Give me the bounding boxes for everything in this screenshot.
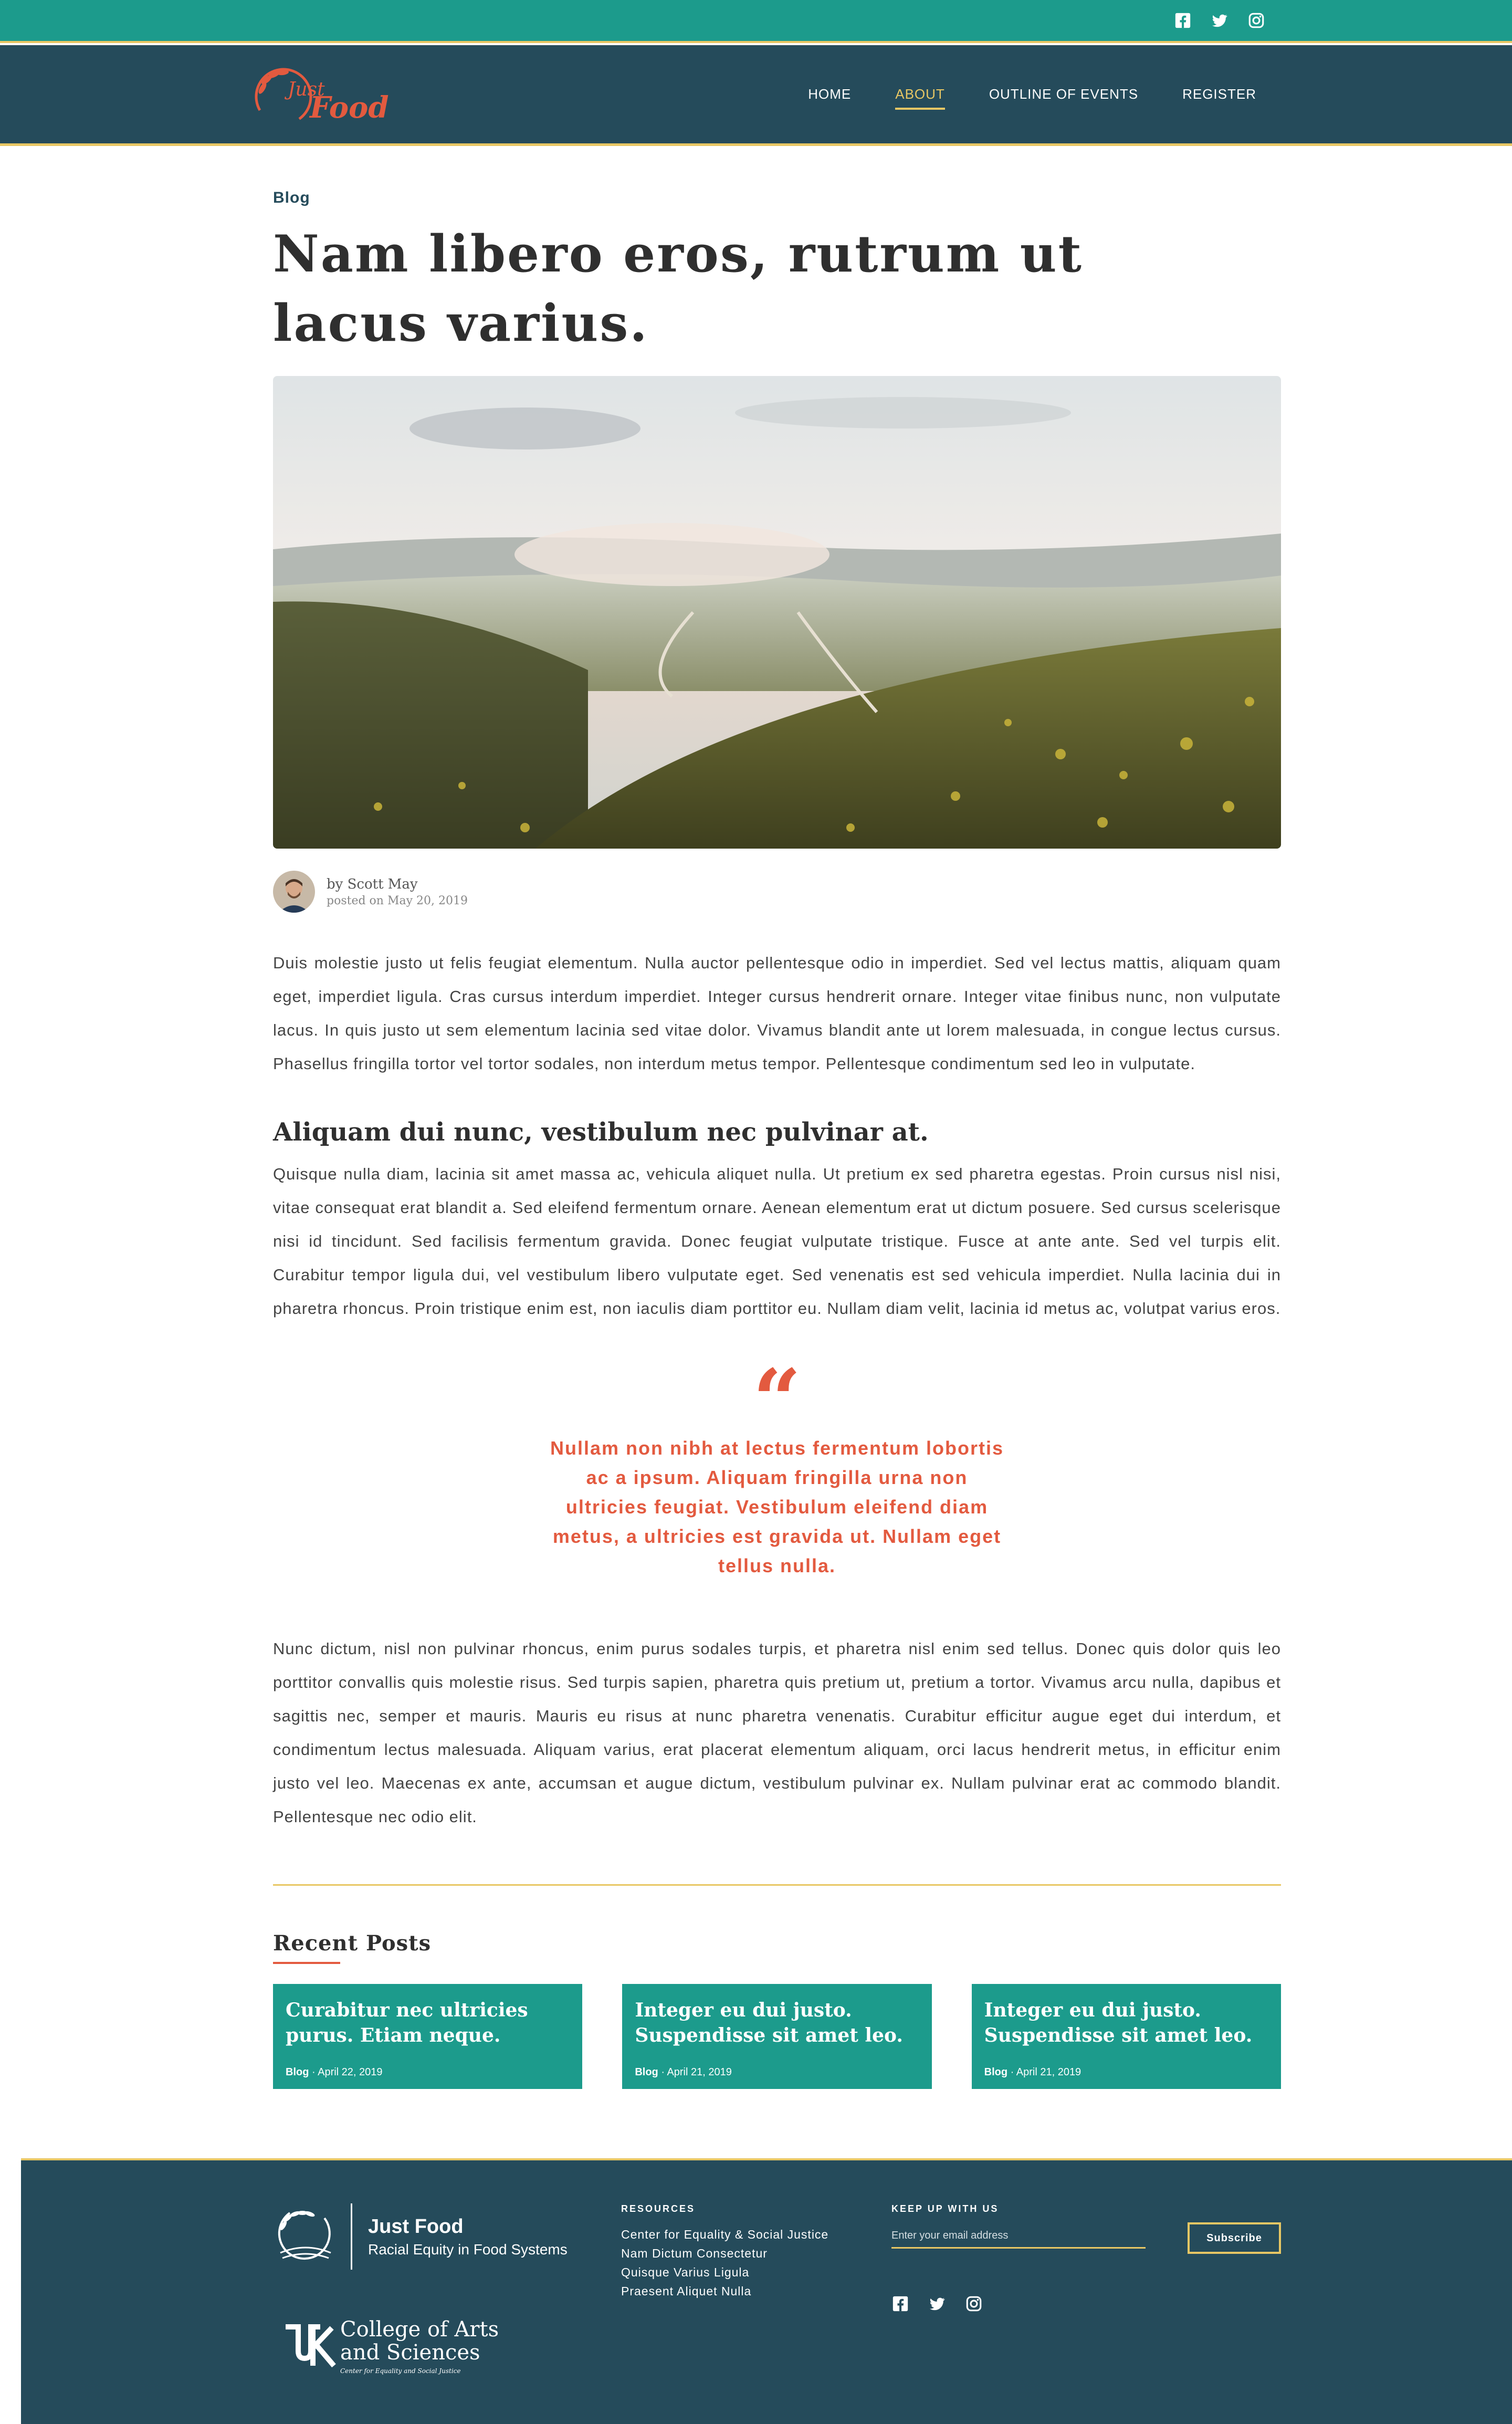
recent-post-meta: Blog · April 21, 2019 xyxy=(984,2066,1082,2078)
pull-quote-text: Nullam non nibh at lectus fermentum lobo… xyxy=(550,1437,1004,1576)
instagram-icon[interactable] xyxy=(1247,12,1265,29)
nav-item-about[interactable]: ABOUT xyxy=(895,86,945,110)
subscribe-button[interactable]: Subscribe xyxy=(1188,2222,1281,2254)
college-center-name: Center for Equality and Social Justice xyxy=(340,2367,461,2375)
recent-post-card[interactable]: Integer eu dui justo. Suspendisse sit am… xyxy=(622,1984,932,2089)
recent-post-category[interactable]: Blog xyxy=(286,2066,309,2078)
recent-post-title[interactable]: Curabitur nec ultricies purus. Etiam neq… xyxy=(286,1998,570,2048)
post-category[interactable]: Blog xyxy=(273,189,1281,207)
facebook-icon[interactable] xyxy=(1174,12,1192,29)
nav-item-outline-of-events[interactable]: OUTLINE OF EVENTS xyxy=(989,86,1138,108)
site-footer: Just Food Racial Equity in Food Systems … xyxy=(21,2158,1512,2424)
footer-brand-tagline: Racial Equity in Food Systems xyxy=(368,2241,568,2258)
svg-text:Food: Food xyxy=(309,90,389,125)
recent-post-date: April 21, 2019 xyxy=(667,2066,732,2078)
section-heading: Aliquam dui nunc, vestibulum nec pulvina… xyxy=(273,1117,929,1147)
recent-post-category[interactable]: Blog xyxy=(635,2066,658,2078)
hero-landscape-image xyxy=(273,376,1281,849)
recent-posts-title: Recent Posts xyxy=(273,1931,432,1956)
body-paragraph-2: Quisque nulla diam, lacinia sit amet mas… xyxy=(273,1165,1281,1318)
recent-post-date: April 21, 2019 xyxy=(1016,2066,1082,2078)
footer-newsletter: KEEP UP WITH US Subscribe xyxy=(891,2203,1306,2312)
footer-brand-name: Just Food xyxy=(368,2215,464,2238)
twitter-icon[interactable] xyxy=(1211,12,1228,29)
footer-brand-divider xyxy=(351,2203,352,2270)
footer-brand[interactable]: Just Food Racial Equity in Food Systems xyxy=(274,2202,568,2271)
resource-link[interactable]: Center for Equality & Social Justice xyxy=(621,2225,828,2244)
nav-menu: HOME ABOUT OUTLINE OF EVENTS REGISTER xyxy=(808,86,1256,110)
college-logo[interactable]: College of Arts and Sciences Center for … xyxy=(284,2318,499,2375)
article: Blog Nam libero eros, rutrum ut lacus va… xyxy=(273,189,1281,2089)
recent-post-category[interactable]: Blog xyxy=(984,2066,1007,2078)
recent-post-card[interactable]: Curabitur nec ultricies purus. Etiam neq… xyxy=(273,1984,583,2089)
newsletter-heading: KEEP UP WITH US xyxy=(891,2203,999,2214)
post-title: Nam libero eros, rutrum ut lacus varius. xyxy=(273,224,1083,353)
recent-post-meta: Blog · April 21, 2019 xyxy=(635,2066,732,2078)
recent-posts-list: Curabitur nec ultricies purus. Etiam neq… xyxy=(273,1984,1281,2089)
post-date: posted on May 20, 2019 xyxy=(327,894,468,907)
main-navbar: Just Food HOME ABOUT OUTLINE OF EVENTS R… xyxy=(0,45,1512,146)
resource-link[interactable]: Praesent Aliquet Nulla xyxy=(621,2282,828,2301)
author-byline: by Scott May posted on May 20, 2019 xyxy=(273,871,1281,913)
just-food-logo[interactable]: Just Food xyxy=(251,59,393,132)
nav-item-register[interactable]: REGISTER xyxy=(1182,86,1256,108)
top-social-bar xyxy=(0,0,1512,43)
recent-post-title[interactable]: Integer eu dui justo. Suspendisse sit am… xyxy=(984,1998,1268,2048)
recent-posts-underline xyxy=(273,1962,340,1964)
body-paragraph-1: Duis molestie justo ut felis feugiat ele… xyxy=(273,954,1281,1073)
instagram-icon[interactable] xyxy=(965,2295,983,2313)
nav-item-home[interactable]: HOME xyxy=(808,86,851,108)
facebook-icon[interactable] xyxy=(891,2295,909,2313)
quote-icon: “ xyxy=(752,1351,802,1449)
recent-post-meta: Blog · April 22, 2019 xyxy=(286,2066,383,2078)
pull-quote: “ Nullam non nibh at lectus fermentum lo… xyxy=(273,1351,1281,1581)
recent-post-title[interactable]: Integer eu dui justo. Suspendisse sit am… xyxy=(635,1998,919,2048)
recent-post-date: April 22, 2019 xyxy=(318,2066,383,2078)
footer-social-links xyxy=(891,2295,983,2313)
college-name-line-1: College of Arts xyxy=(340,2317,499,2342)
footer-resources: RESOURCES Center for Equality & Social J… xyxy=(621,2203,828,2301)
author-avatar[interactable] xyxy=(273,871,315,913)
section-divider xyxy=(273,1884,1281,1886)
uk-monogram-icon xyxy=(286,2324,336,2368)
body-paragraph-3: Nunc dictum, nisl non pulvinar rhoncus, … xyxy=(273,1639,1281,1826)
resource-link[interactable]: Nam Dictum Consectetur xyxy=(621,2244,828,2263)
top-social-links xyxy=(1174,12,1265,29)
email-field[interactable] xyxy=(891,2230,1146,2249)
recent-post-card[interactable]: Integer eu dui justo. Suspendisse sit am… xyxy=(971,1984,1281,2089)
author-name[interactable]: by Scott May xyxy=(327,876,468,892)
resources-list: Center for Equality & Social Justice Nam… xyxy=(621,2225,828,2301)
twitter-icon[interactable] xyxy=(928,2295,946,2313)
wheat-wreath-logo xyxy=(278,2211,331,2260)
resource-link[interactable]: Quisque Varius Ligula xyxy=(621,2263,828,2282)
resources-heading: RESOURCES xyxy=(621,2203,696,2214)
college-name-line-2: and Sciences xyxy=(340,2341,480,2365)
